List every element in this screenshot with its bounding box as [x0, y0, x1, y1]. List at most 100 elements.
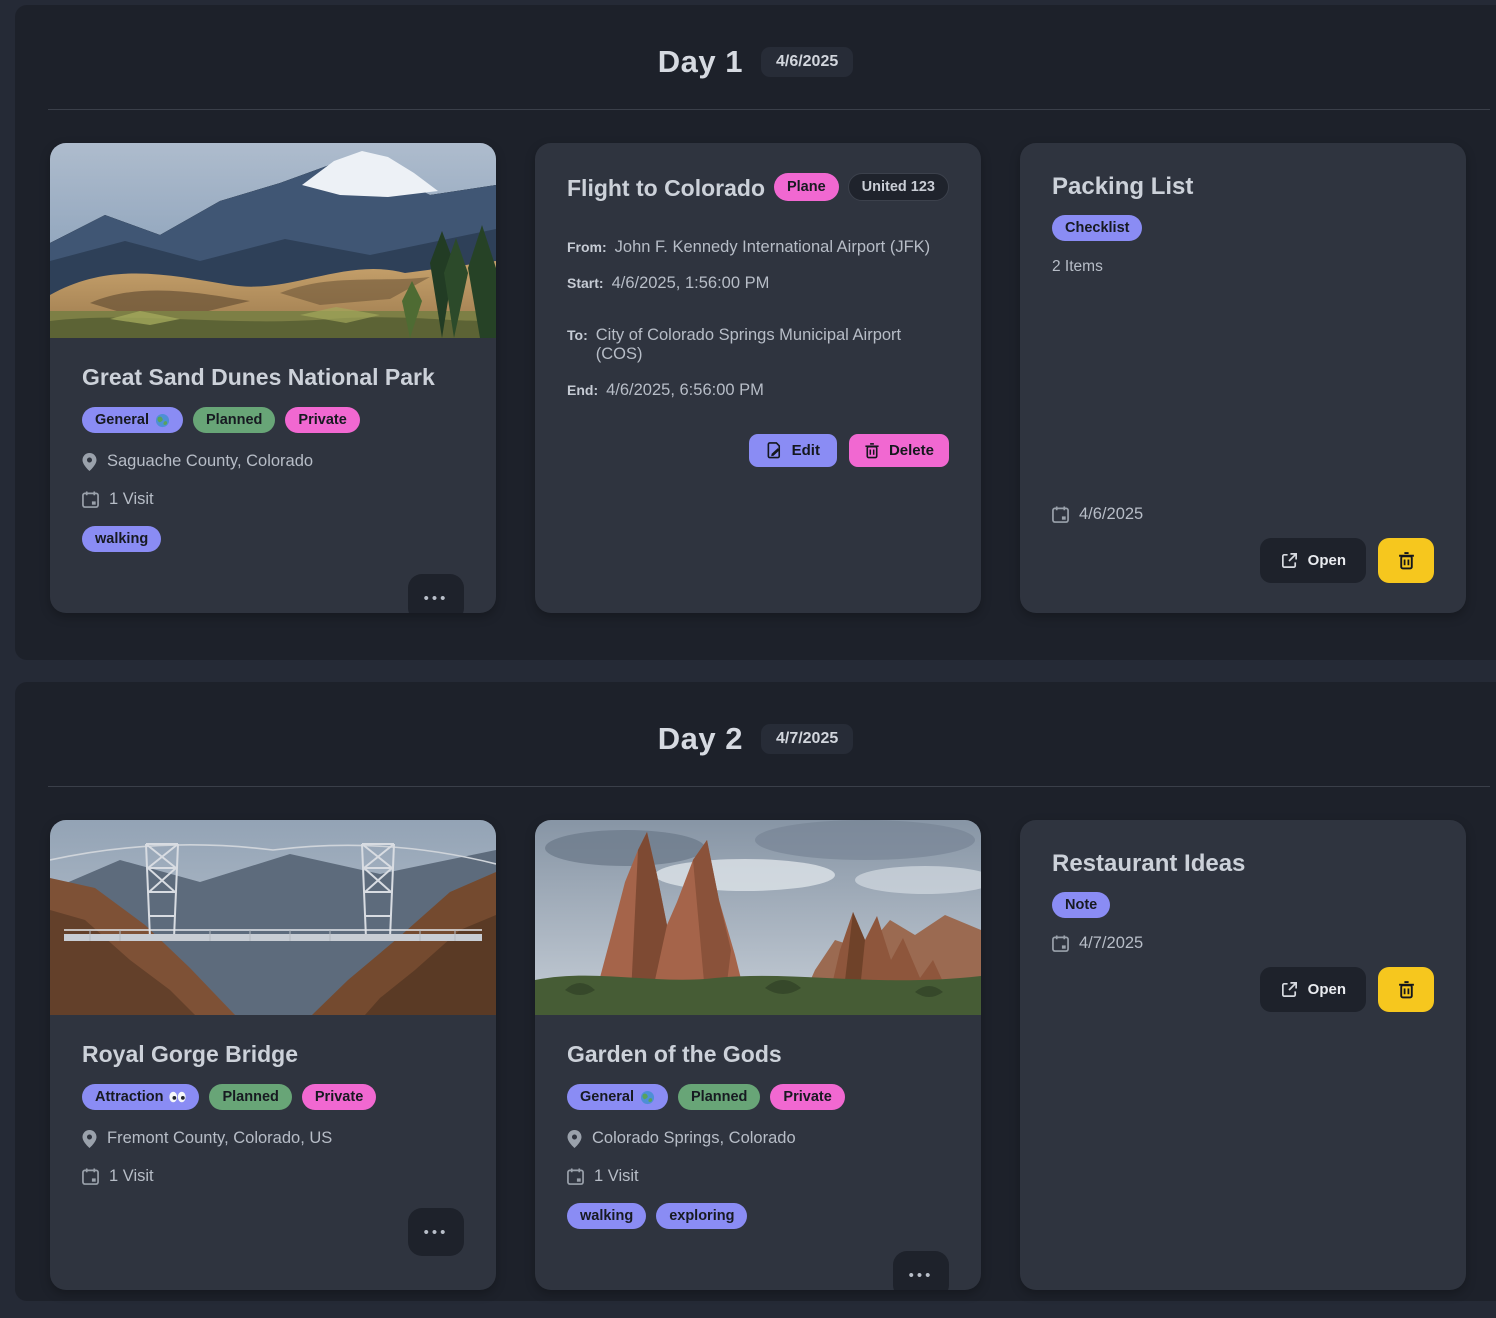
- flight-to-row: To: City of Colorado Springs Municipal A…: [567, 326, 949, 364]
- edit-button[interactable]: Edit: [749, 434, 837, 467]
- status-badge: Planned: [678, 1084, 760, 1110]
- flight-badges: Plane United 123: [774, 173, 949, 201]
- more-options-button[interactable]: •••: [408, 574, 464, 613]
- note-actions: Open: [1052, 967, 1434, 1012]
- to-value: City of Colorado Springs Municipal Airpo…: [596, 326, 949, 364]
- category-label: General: [580, 1088, 634, 1106]
- location-pin-icon: [567, 1130, 582, 1148]
- flight-departure-group: From: John F. Kennedy International Airp…: [567, 238, 949, 293]
- end-label: End:: [567, 382, 598, 398]
- checklist-title: Packing List: [1052, 173, 1434, 201]
- place-visits: 1 Visit: [109, 1167, 154, 1186]
- place-location-row: Fremont County, Colorado, US: [82, 1129, 464, 1148]
- place-card-great-sand-dunes[interactable]: Great Sand Dunes National Park General P…: [50, 143, 496, 613]
- to-label: To:: [567, 327, 588, 343]
- place-title: Great Sand Dunes National Park: [82, 364, 464, 391]
- spacer: [1052, 1012, 1434, 1260]
- place-visits-row: 1 Visit: [82, 1167, 464, 1186]
- flight-title: Flight to Colorado: [567, 173, 765, 202]
- category-badge: Attraction: [82, 1084, 199, 1110]
- checklist-card[interactable]: Packing List Checklist 2 Items 4/6/2025 …: [1020, 143, 1466, 613]
- trash-icon: [864, 442, 880, 459]
- checklist-date: 4/6/2025: [1079, 505, 1143, 524]
- tag-pill: walking: [82, 526, 161, 552]
- day-date-badge: 4/6/2025: [761, 47, 853, 77]
- delete-button[interactable]: Delete: [849, 434, 949, 467]
- checklist-actions: Open: [1052, 538, 1434, 583]
- more-options-button[interactable]: •••: [893, 1251, 949, 1290]
- checklist-badge-row: Checklist: [1052, 215, 1434, 241]
- privacy-badge: Private: [302, 1084, 376, 1110]
- transport-type-badge: Plane: [774, 173, 839, 201]
- external-link-icon: [1280, 551, 1299, 570]
- calendar-icon: [1052, 935, 1069, 952]
- day-2-header: Day 2 4/7/2025: [15, 682, 1496, 760]
- place-image-sand-dunes: [50, 143, 496, 338]
- place-badges: General Planned Private: [82, 407, 464, 433]
- note-date-row: 4/7/2025: [1052, 934, 1434, 953]
- note-type-badge: Note: [1052, 892, 1110, 918]
- note-card-body: Restaurant Ideas Note 4/7/2025 Open: [1020, 820, 1466, 1290]
- end-value: 4/6/2025, 6:56:00 PM: [606, 381, 764, 400]
- note-date: 4/7/2025: [1079, 934, 1143, 953]
- from-value: John F. Kennedy International Airport (J…: [615, 238, 931, 257]
- checklist-card-body: Packing List Checklist 2 Items 4/6/2025 …: [1020, 143, 1466, 613]
- flight-card-body: Flight to Colorado Plane United 123 From…: [535, 143, 981, 613]
- flight-header: Flight to Colorado Plane United 123: [567, 173, 949, 202]
- place-badges: Attraction Planned Private: [82, 1084, 464, 1110]
- open-button[interactable]: Open: [1260, 967, 1366, 1012]
- day-title: Day 2: [658, 721, 743, 757]
- note-card[interactable]: Restaurant Ideas Note 4/7/2025 Open: [1020, 820, 1466, 1290]
- trash-icon: [1398, 551, 1415, 570]
- checklist-date-row: 4/6/2025: [1052, 505, 1434, 524]
- place-tags: walking exploring: [567, 1203, 949, 1229]
- place-card-body: Royal Gorge Bridge Attraction Planned Pr…: [50, 1015, 496, 1290]
- status-badge: Planned: [193, 407, 275, 433]
- flight-arrival-group: To: City of Colorado Springs Municipal A…: [567, 326, 949, 400]
- place-location: Fremont County, Colorado, US: [107, 1129, 332, 1148]
- start-label: Start:: [567, 275, 604, 291]
- day-1-section: Day 1 4/6/2025: [15, 5, 1496, 660]
- trash-icon: [1398, 980, 1415, 999]
- globe-icon: [155, 413, 170, 428]
- calendar-icon: [82, 1168, 99, 1185]
- place-location-row: Saguache County, Colorado: [82, 452, 464, 471]
- place-card-body: Great Sand Dunes National Park General P…: [50, 338, 496, 613]
- place-location-row: Colorado Springs, Colorado: [567, 1129, 949, 1148]
- place-visits: 1 Visit: [594, 1167, 639, 1186]
- place-card-body: Garden of the Gods General Planned Priva…: [535, 1015, 981, 1290]
- status-badge: Planned: [209, 1084, 291, 1110]
- calendar-icon: [1052, 506, 1069, 523]
- place-card-garden-of-the-gods[interactable]: Garden of the Gods General Planned Priva…: [535, 820, 981, 1290]
- place-title: Royal Gorge Bridge: [82, 1041, 464, 1068]
- start-value: 4/6/2025, 1:56:00 PM: [612, 274, 770, 293]
- place-visits-row: 1 Visit: [567, 1167, 949, 1186]
- category-label: Attraction: [95, 1088, 163, 1106]
- from-label: From:: [567, 239, 607, 255]
- more-options-button[interactable]: •••: [408, 1208, 464, 1256]
- flight-number-badge: United 123: [848, 173, 949, 201]
- location-pin-icon: [82, 453, 97, 471]
- eyes-icon: [169, 1091, 186, 1103]
- privacy-badge: Private: [770, 1084, 844, 1110]
- day-2-section: Day 2 4/7/2025: [15, 682, 1496, 1301]
- category-label: General: [95, 411, 149, 429]
- delete-label: Delete: [889, 442, 934, 459]
- flight-from-row: From: John F. Kennedy International Airp…: [567, 238, 949, 257]
- checklist-type-badge: Checklist: [1052, 215, 1142, 241]
- edit-label: Edit: [792, 442, 820, 459]
- place-visits-row: 1 Visit: [82, 490, 464, 509]
- delete-note-button[interactable]: [1378, 967, 1434, 1012]
- flight-end-row: End: 4/6/2025, 6:56:00 PM: [567, 381, 949, 400]
- place-tags: walking: [82, 526, 464, 552]
- place-location: Colorado Springs, Colorado: [592, 1129, 796, 1148]
- open-button[interactable]: Open: [1260, 538, 1366, 583]
- edit-document-icon: [766, 442, 783, 459]
- note-title: Restaurant Ideas: [1052, 850, 1434, 878]
- flight-card[interactable]: Flight to Colorado Plane United 123 From…: [535, 143, 981, 613]
- day-title: Day 1: [658, 44, 743, 80]
- tag-pill: exploring: [656, 1203, 747, 1229]
- delete-checklist-button[interactable]: [1378, 538, 1434, 583]
- divider: [48, 109, 1490, 110]
- place-card-royal-gorge[interactable]: Royal Gorge Bridge Attraction Planned Pr…: [50, 820, 496, 1290]
